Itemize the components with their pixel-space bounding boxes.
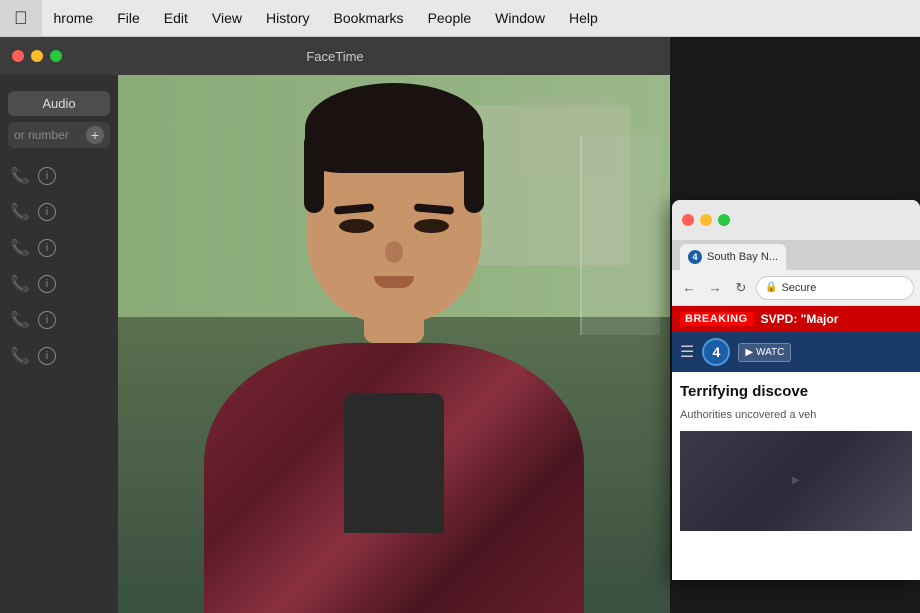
traffic-lights xyxy=(12,50,62,62)
maximize-button[interactable] xyxy=(50,50,62,62)
menu-people[interactable]: People xyxy=(416,0,484,36)
news-breaking-bar: BREAKING SVPD: "Major xyxy=(672,306,920,332)
watch-label: WATC xyxy=(756,347,784,358)
menu-window[interactable]: Window xyxy=(483,0,557,36)
phone-icon: 📞 xyxy=(10,166,30,186)
facetime-add-button[interactable]: + xyxy=(86,126,104,144)
browser-titlebar xyxy=(672,200,920,240)
menu-file[interactable]: File xyxy=(105,0,152,36)
news-article-content: Terrifying discove Authorities uncovered… xyxy=(672,372,920,541)
phone-icon: 📞 xyxy=(10,310,30,330)
facetime-contact-list: 📞 i 📞 i 📞 i 📞 i 📞 i 📞 i xyxy=(0,154,118,378)
browser-close-button[interactable] xyxy=(682,214,694,226)
facetime-window: FaceTime Audio or number + 📞 i 📞 i 📞 i xyxy=(0,37,670,613)
facetime-title: FaceTime xyxy=(306,49,363,64)
browser-minimize-button[interactable] xyxy=(700,214,712,226)
phone-icon: 📞 xyxy=(10,274,30,294)
facetime-search-area: Audio or number + xyxy=(0,85,118,154)
menu-edit[interactable]: Edit xyxy=(152,0,200,36)
news-site-header: ☰ 4 ▶ WATC xyxy=(672,332,920,372)
list-item: 📞 i xyxy=(0,230,118,266)
facetime-search-row[interactable]: or number + xyxy=(8,122,110,148)
facetime-video-area xyxy=(118,75,670,613)
info-icon[interactable]: i xyxy=(38,275,56,293)
browser-navbar: ← → ↻ 🔒 Secure xyxy=(672,270,920,306)
minimize-button[interactable] xyxy=(31,50,43,62)
close-button[interactable] xyxy=(12,50,24,62)
hamburger-menu-icon[interactable]: ☰ xyxy=(680,342,694,362)
video-person xyxy=(118,75,670,613)
tab-title: South Bay N... xyxy=(707,251,778,263)
browser-tab-bar: 4 South Bay N... xyxy=(672,240,920,270)
browser-window: 4 South Bay N... ← → ↻ 🔒 Secure BREAKING… xyxy=(672,200,920,580)
address-secure-text: Secure xyxy=(781,282,816,294)
menu-bar:  hrome File Edit View History Bookmarks… xyxy=(0,0,920,37)
facetime-search-placeholder: or number xyxy=(14,128,86,142)
facetime-sidebar: Audio or number + 📞 i 📞 i 📞 i 📞 i xyxy=(0,75,118,613)
watch-live-button[interactable]: ▶ WATC xyxy=(738,343,791,362)
breaking-label: BREAKING xyxy=(680,312,753,326)
tab-favicon: 4 xyxy=(688,250,702,264)
phone-icon: 📞 xyxy=(10,238,30,258)
info-icon[interactable]: i xyxy=(38,203,56,221)
info-icon[interactable]: i xyxy=(38,239,56,257)
menu-bookmarks[interactable]: Bookmarks xyxy=(322,0,416,36)
phone-icon: 📞 xyxy=(10,346,30,366)
news-subtext: Authorities uncovered a veh xyxy=(680,408,912,423)
lock-icon: 🔒 xyxy=(765,282,777,293)
menu-help[interactable]: Help xyxy=(557,0,610,36)
info-icon[interactable]: i xyxy=(38,347,56,365)
back-button[interactable]: ← xyxy=(678,277,700,299)
news-thumbnail: ▶ xyxy=(680,431,912,531)
list-item: 📞 i xyxy=(0,338,118,374)
list-item: 📞 i xyxy=(0,266,118,302)
browser-maximize-button[interactable] xyxy=(718,214,730,226)
image-placeholder-text: ▶ xyxy=(792,475,800,486)
phone-icon: 📞 xyxy=(10,202,30,222)
news-logo: 4 xyxy=(702,338,730,366)
browser-tab[interactable]: 4 South Bay N... xyxy=(680,244,786,270)
info-icon[interactable]: i xyxy=(38,311,56,329)
forward-button[interactable]: → xyxy=(704,277,726,299)
menu-view[interactable]: View xyxy=(200,0,254,36)
address-bar[interactable]: 🔒 Secure xyxy=(756,276,914,300)
list-item: 📞 i xyxy=(0,302,118,338)
news-headline: Terrifying discove xyxy=(680,382,912,402)
menu-chrome[interactable]: hrome xyxy=(42,0,106,36)
facetime-titlebar: FaceTime xyxy=(0,37,670,75)
refresh-button[interactable]: ↻ xyxy=(730,277,752,299)
list-item: 📞 i xyxy=(0,158,118,194)
menu-history[interactable]: History xyxy=(254,0,322,36)
breaking-text: SVPD: "Major xyxy=(761,312,839,326)
play-icon: ▶ xyxy=(745,347,753,358)
facetime-audio-button[interactable]: Audio xyxy=(8,91,110,116)
apple-menu[interactable]:  xyxy=(0,0,42,36)
info-icon[interactable]: i xyxy=(38,167,56,185)
list-item: 📞 i xyxy=(0,194,118,230)
